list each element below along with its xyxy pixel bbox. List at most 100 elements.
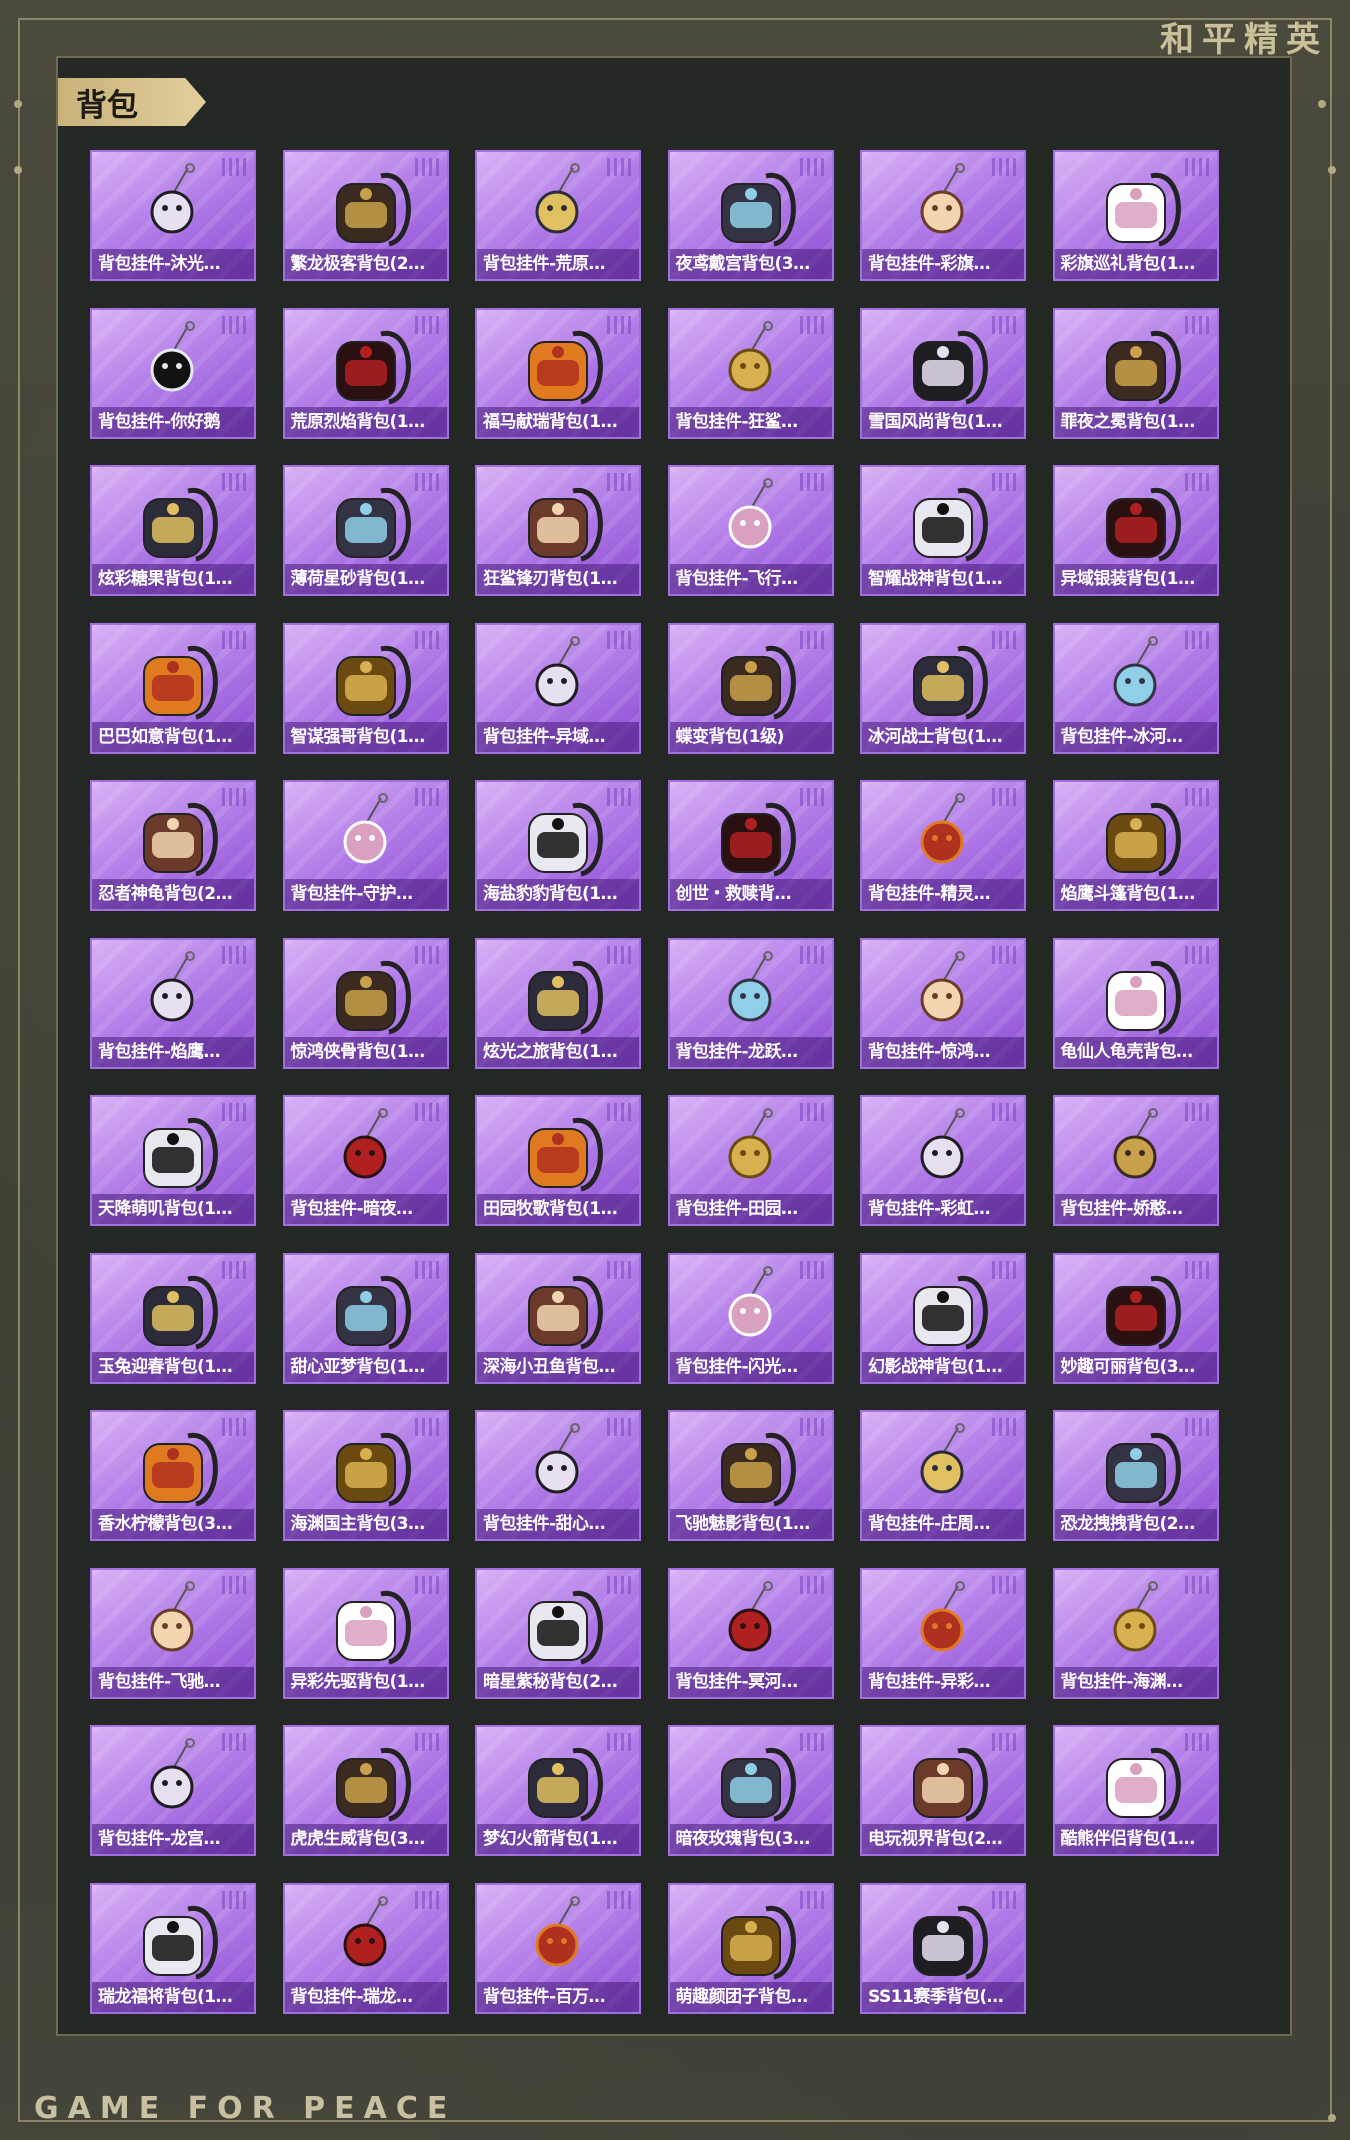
item-card[interactable]: 薄荷星砂背包(1… — [282, 465, 449, 596]
item-card[interactable]: 海盐豹豹背包(1… — [475, 780, 641, 911]
item-card[interactable]: 彩旗巡礼背包(1… — [1052, 150, 1219, 281]
item-card[interactable]: 瑞龙福将背包(1… — [90, 1882, 256, 2014]
item-card[interactable]: SS11赛季背包(… — [860, 1882, 1026, 2014]
item-label: 香水柠檬背包(3… — [92, 1509, 254, 1539]
item-label: 梦幻火箭背包(1… — [477, 1824, 639, 1854]
item-card[interactable]: 巴巴如意背包(1… — [90, 622, 256, 754]
item-card[interactable]: 妙趣可丽背包(3… — [1052, 1252, 1219, 1384]
item-card[interactable]: 背包挂件-娇憨… — [1052, 1095, 1219, 1226]
red-dragon-backpack-icon — [143, 1905, 218, 1979]
mech-backpack-icon — [720, 803, 796, 877]
robot-charm-icon — [1113, 635, 1158, 706]
item-card[interactable]: 背包挂件-焰鹰… — [90, 937, 256, 1069]
item-label: 电玩视界背包(2… — [862, 1824, 1024, 1854]
pink-cloud-charm-icon — [1113, 1108, 1158, 1179]
item-card[interactable]: 创世・救赎背… — [667, 780, 834, 911]
item-card[interactable]: 背包挂件-庄周… — [860, 1410, 1026, 1541]
gift-backpack-icon — [1105, 1275, 1181, 1349]
item-card[interactable]: 香水柠檬背包(3… — [90, 1410, 256, 1541]
item-card[interactable]: 冰河战士背包(1… — [860, 622, 1026, 754]
item-card[interactable]: 海渊国主背包(3… — [282, 1410, 449, 1541]
item-card[interactable]: 暗星紫秘背包(2… — [475, 1567, 641, 1699]
item-card[interactable]: 背包挂件-龙跃… — [667, 937, 834, 1069]
corner-dot-top-right — [1328, 166, 1336, 174]
item-label: 背包挂件-甜心… — [477, 1509, 639, 1539]
item-card[interactable]: 飞驰魅影背包(1… — [667, 1410, 834, 1541]
item-card[interactable]: 玉兔迎春背包(1… — [90, 1252, 256, 1384]
item-card[interactable]: 背包挂件-荒原… — [475, 150, 641, 281]
shark-backpack-icon — [528, 488, 603, 562]
item-card[interactable]: 背包挂件-暗夜… — [282, 1095, 449, 1226]
item-card[interactable]: 幻影战神背包(1… — [860, 1252, 1026, 1384]
item-card[interactable]: 甜心亚梦背包(1… — [282, 1252, 449, 1384]
item-card[interactable]: 背包挂件-彩虹… — [860, 1095, 1026, 1226]
item-card[interactable]: 荒原烈焰背包(1… — [282, 307, 449, 439]
item-card[interactable]: 虎虎生威背包(3… — [282, 1725, 449, 1856]
item-card[interactable]: 田园牧歌背包(1… — [475, 1095, 641, 1226]
item-card[interactable]: 背包挂件-精灵… — [860, 780, 1026, 911]
item-card[interactable]: 背包挂件-守护… — [282, 780, 449, 911]
item-card[interactable]: 背包挂件-甜心… — [475, 1410, 641, 1541]
item-card[interactable]: 萌趣颜团子背包… — [667, 1882, 834, 2014]
item-label: 荒原烈焰背包(1… — [284, 406, 447, 437]
item-label: 背包挂件-田园… — [669, 1194, 832, 1224]
item-card[interactable]: 蝶变背包(1级) — [667, 622, 834, 754]
item-card[interactable]: 暗夜玫瑰背包(3… — [667, 1725, 834, 1856]
item-card[interactable]: 背包挂件-闪光… — [667, 1252, 834, 1384]
item-card[interactable]: 智谋强哥背包(1… — [282, 622, 449, 754]
item-card[interactable]: 背包挂件-彩旗… — [860, 150, 1026, 281]
item-card[interactable]: 背包挂件-冰河… — [1052, 622, 1219, 754]
item-card[interactable]: 雪国风尚背包(1… — [860, 307, 1026, 439]
item-card[interactable]: 狂鲨锋刃背包(1… — [475, 465, 641, 596]
item-card[interactable]: 背包挂件-异域… — [475, 622, 641, 754]
item-card[interactable]: 深海小丑鱼背包… — [475, 1252, 641, 1384]
item-label: 惊鸿侠骨背包(1… — [284, 1036, 447, 1067]
heart-wing-charm-icon — [920, 793, 965, 864]
item-card[interactable]: 背包挂件-冥河… — [667, 1567, 834, 1699]
item-card[interactable]: 背包挂件-沐光… — [90, 150, 256, 281]
item-card[interactable]: 龟仙人龟壳背包… — [1052, 937, 1219, 1069]
item-label: 异彩先驱背包(1… — [284, 1666, 447, 1697]
corner-dot-bottom-right — [1328, 2114, 1336, 2122]
cool-bear-backpack-icon — [1105, 1748, 1181, 1822]
item-card[interactable]: 背包挂件-惊鸿… — [860, 937, 1026, 1069]
item-card[interactable]: 背包挂件-海渊… — [1052, 1567, 1219, 1699]
item-card[interactable]: 背包挂件-百万… — [475, 1882, 641, 2014]
item-card[interactable]: 梦幻火箭背包(1… — [475, 1725, 641, 1856]
item-card[interactable]: 福马献瑞背包(1… — [475, 307, 641, 439]
item-card[interactable]: 异域银装背包(1… — [1052, 465, 1219, 596]
item-card[interactable]: 电玩视界背包(2… — [860, 1725, 1026, 1856]
item-card[interactable]: 背包挂件-狂鲨… — [667, 307, 834, 439]
item-card[interactable]: 背包挂件-你好鹅 — [90, 307, 256, 439]
item-card[interactable]: 背包挂件-田园… — [667, 1095, 834, 1226]
item-card[interactable]: 忍者神龟背包(2… — [90, 780, 256, 911]
item-label: 甜心亚梦背包(1… — [284, 1351, 447, 1382]
butterfly-charm-icon — [920, 1423, 965, 1494]
item-card[interactable]: 酷熊伴侣背包(1… — [1052, 1725, 1219, 1856]
item-card[interactable]: 异彩先驱背包(1… — [282, 1567, 449, 1699]
item-card[interactable]: 背包挂件-龙宫… — [90, 1725, 256, 1856]
jade-charm-icon — [150, 1738, 195, 1809]
item-card[interactable]: 繁龙极客背包(2… — [282, 150, 449, 281]
item-card[interactable]: 背包挂件-瑞龙… — [282, 1882, 449, 2014]
item-card[interactable]: 天降萌叽背包(1… — [90, 1095, 256, 1226]
item-card[interactable]: 惊鸿侠骨背包(1… — [282, 937, 449, 1069]
item-card[interactable]: 智耀战神背包(1… — [860, 465, 1026, 596]
item-card[interactable]: 焰鹰斗篷背包(1… — [1052, 780, 1219, 911]
item-label: 妙趣可丽背包(3… — [1054, 1351, 1217, 1382]
item-card[interactable]: 背包挂件-飞行… — [667, 465, 834, 596]
item-card[interactable]: 夜鸢戴宫背包(3… — [667, 150, 834, 281]
item-card[interactable]: 罪夜之冕背包(1… — [1052, 307, 1219, 439]
item-label: 冰河战士背包(1… — [862, 721, 1024, 752]
item-label: 暗夜玫瑰背包(3… — [669, 1824, 832, 1854]
item-label: 龟仙人龟壳背包… — [1054, 1036, 1217, 1067]
duck-backpack-icon — [143, 1433, 218, 1507]
item-label: 背包挂件-荒原… — [477, 249, 639, 279]
item-card[interactable]: 背包挂件-异彩… — [860, 1567, 1026, 1699]
dark-red-backpack-icon — [335, 330, 411, 404]
item-card[interactable]: 炫光之旅背包(1… — [475, 937, 641, 1069]
item-card[interactable]: 恐龙拽拽背包(2… — [1052, 1410, 1219, 1541]
item-card[interactable]: 背包挂件-飞驰… — [90, 1567, 256, 1699]
wing-charm-icon — [535, 635, 580, 706]
item-card[interactable]: 炫彩糖果背包(1… — [90, 465, 256, 596]
